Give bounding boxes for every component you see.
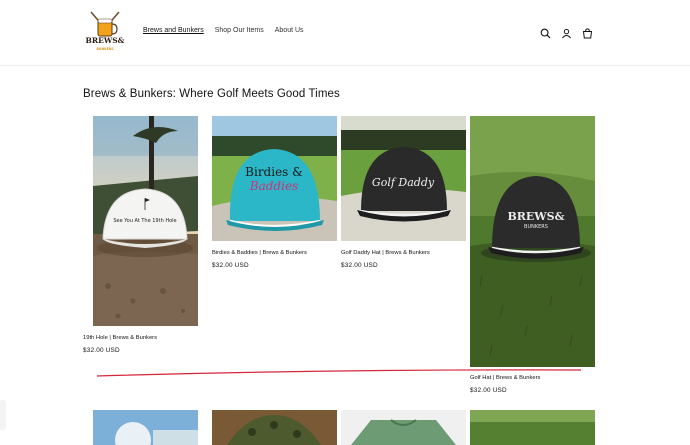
product-title[interactable]: 19th Hole | Brews & Bunkers [83, 335, 157, 341]
account-icon[interactable] [561, 26, 572, 39]
collection-heading: Brews & Bunkers: Where Golf Meets Good T… [83, 88, 340, 100]
product-price: $32.00 USD [341, 262, 378, 269]
product-price: $32.00 USD [83, 347, 120, 354]
product-image-row2-3[interactable] [341, 410, 466, 445]
search-icon[interactable] [540, 26, 551, 39]
nav-link-home[interactable]: Brews and Bunkers [143, 27, 204, 34]
cart-icon[interactable] [582, 26, 593, 39]
product-title[interactable]: Golf Daddy Hat | Brews & Bunkers [341, 250, 430, 256]
product-price: $32.00 USD [470, 387, 507, 394]
cap-print-line-2: BUNKERS [524, 224, 548, 230]
product-image-row2-1[interactable] [93, 410, 198, 445]
cap-print: Golf Daddy [372, 176, 435, 189]
logo-text-bottom: BUNKERS [96, 47, 114, 51]
cap-print-line-1: BREWS& [507, 210, 564, 223]
cap-print-line-2: Baddies [249, 179, 298, 193]
product-image-golf-hat[interactable]: BREWS& BUNKERS [470, 116, 595, 367]
cap-print-19th-hole: See You At The 19th Hole [113, 218, 176, 224]
red-annotation-line [97, 369, 582, 377]
product-price: $32.00 USD [212, 262, 249, 269]
brand-logo[interactable]: BREWS& BUNKERS [83, 10, 127, 56]
nav-link-about[interactable]: About Us [275, 27, 304, 34]
product-image-19th-hole[interactable]: See You At The 19th Hole [93, 116, 198, 326]
cap-print-line-1: Birdies & [245, 165, 303, 179]
product-image-row2-4[interactable] [470, 410, 595, 445]
logo-text-top: BREWS& [86, 36, 125, 45]
header-icons [540, 26, 593, 39]
product-image-row2-2[interactable] [212, 410, 337, 445]
product-title[interactable]: Birdies & Baddies | Brews & Bunkers [212, 250, 307, 256]
nav-link-shop[interactable]: Shop Our Items [215, 27, 264, 34]
product-image-birdies-baddies[interactable]: Birdies & Baddies [212, 116, 337, 241]
main-nav: Brews and Bunkers Shop Our Items About U… [143, 27, 304, 34]
product-image-golf-daddy[interactable]: Golf Daddy [341, 116, 466, 241]
site-header: BREWS& BUNKERS Brews and Bunkers Shop Ou… [0, 0, 690, 66]
chat-widget-edge[interactable] [0, 400, 6, 430]
